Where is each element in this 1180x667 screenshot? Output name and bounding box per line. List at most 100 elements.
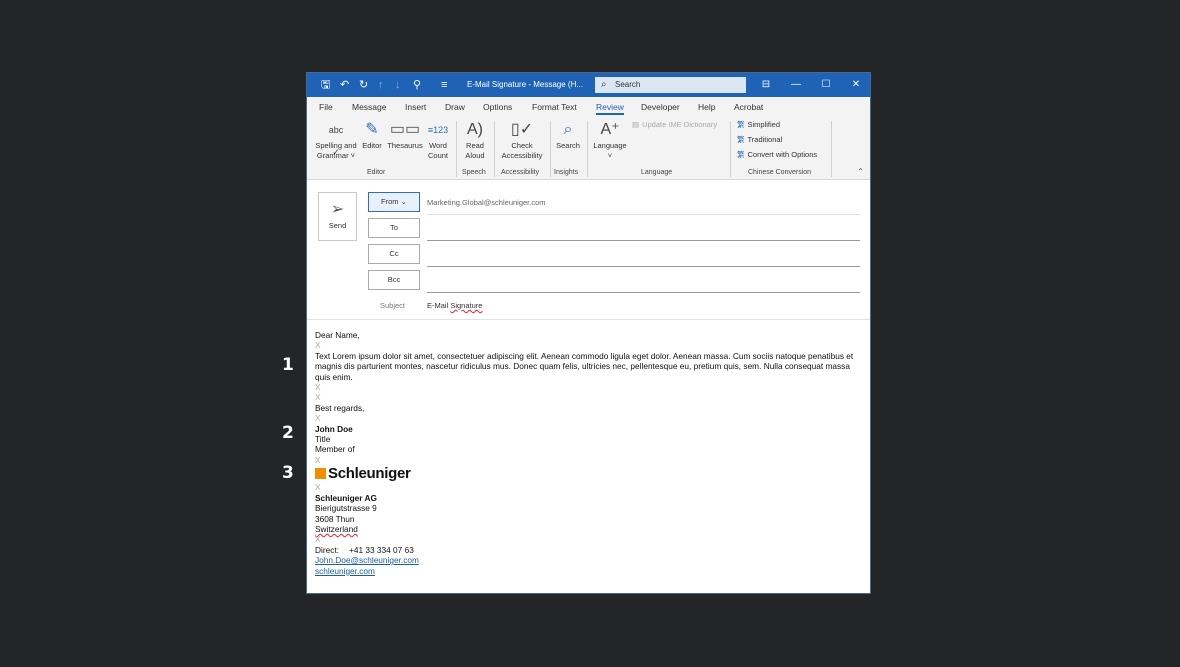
group-speech: Speech bbox=[462, 169, 486, 176]
separator bbox=[456, 121, 457, 177]
placeholder-x: X bbox=[315, 534, 321, 545]
email-link[interactable]: John.Doe@schleuniger.com bbox=[315, 555, 419, 565]
placeholder-x: X bbox=[315, 454, 321, 465]
tab-help[interactable]: Help bbox=[698, 97, 715, 117]
subject-text-misspelled: Signature bbox=[450, 301, 483, 310]
send-icon: ➢ bbox=[330, 201, 345, 218]
cc-button[interactable]: Cc bbox=[368, 244, 420, 264]
update-ime-label: Update IME Dictionary bbox=[642, 120, 718, 129]
step-marker-2: 2 bbox=[282, 423, 294, 443]
tab-developer[interactable]: Developer bbox=[641, 97, 680, 117]
website-link[interactable]: schleuniger.com bbox=[315, 566, 375, 576]
thesaurus-label: Thesaurus bbox=[387, 141, 423, 150]
bcc-field[interactable] bbox=[427, 292, 860, 293]
thesaurus-button[interactable]: ▭▭ Thesaurus bbox=[386, 119, 424, 151]
logo-square-icon bbox=[315, 468, 326, 480]
undo-icon[interactable]: ↶ bbox=[340, 77, 349, 93]
header-divider bbox=[307, 319, 870, 320]
tab-insert[interactable]: Insert bbox=[405, 97, 426, 117]
placeholder-x: X bbox=[315, 382, 321, 393]
spelling-label-1: Spelling and bbox=[315, 141, 357, 150]
tab-draw[interactable]: Draw bbox=[445, 97, 465, 117]
traditional-icon: 繁 bbox=[737, 135, 745, 144]
signature-name: John Doe bbox=[315, 423, 353, 434]
traditional-button[interactable]: 繁 Traditional bbox=[737, 134, 782, 146]
word-count-label-2: Count bbox=[427, 151, 448, 160]
traditional-label: Traditional bbox=[747, 135, 783, 144]
from-underline bbox=[427, 214, 860, 215]
placeholder-x: X bbox=[315, 482, 321, 493]
language-button[interactable]: A⁺ Language ˅ bbox=[590, 119, 630, 161]
convert-with-options-button[interactable]: 繁 Convert with Options bbox=[737, 149, 817, 161]
street-address: Bierigutstrasse 9 bbox=[315, 503, 377, 514]
search-box[interactable]: ⌕ Search bbox=[595, 77, 746, 93]
group-editor: Editor bbox=[367, 169, 386, 176]
up-arrow-icon[interactable]: ↑ bbox=[378, 77, 384, 93]
from-button[interactable]: From ⌄ bbox=[368, 192, 420, 212]
step-marker-1: 1 bbox=[282, 355, 294, 375]
tab-acrobat[interactable]: Acrobat bbox=[734, 97, 763, 117]
thesaurus-book-icon: ▭▭ bbox=[389, 121, 421, 138]
editor-pen-icon: ✎ bbox=[365, 121, 379, 138]
word-count-button[interactable]: ≡123 Word Count bbox=[424, 119, 452, 161]
subject-field[interactable]: E-Mail Signature bbox=[427, 301, 482, 310]
group-language: Language bbox=[641, 169, 673, 176]
tab-review[interactable]: Review bbox=[596, 97, 624, 117]
tab-format-text[interactable]: Format Text bbox=[532, 97, 577, 117]
redo-icon[interactable]: ↻ bbox=[359, 77, 368, 93]
ribbon-display-icon[interactable]: ⊟ bbox=[751, 73, 781, 97]
tab-message[interactable]: Message bbox=[352, 97, 387, 117]
word-count-label-1: Word bbox=[429, 141, 447, 150]
website-row: schleuniger.com bbox=[315, 566, 860, 576]
accessibility-label-2: Accessibility bbox=[501, 151, 543, 160]
customize-icon[interactable]: ≡ bbox=[441, 77, 447, 93]
check-accessibility-button[interactable]: ▯✓ Check Accessibility bbox=[497, 119, 547, 161]
language-label: Language bbox=[593, 141, 627, 150]
spelling-grammar-button[interactable]: abc ✓ Spelling and Grammar ˅ bbox=[313, 119, 359, 161]
minimize-icon[interactable]: — bbox=[781, 73, 811, 97]
placeholder-x: X bbox=[315, 340, 321, 351]
group-chinese-conversion: Chinese Conversion bbox=[748, 169, 812, 176]
ribbon-tabs: File Message Insert Draw Options Format … bbox=[307, 97, 870, 117]
chevron-down-icon: ⌄ bbox=[400, 197, 407, 206]
to-field[interactable] bbox=[427, 240, 860, 241]
message-body[interactable]: Dear Name, X Text Lorem ipsum dolor sit … bbox=[315, 330, 860, 576]
editor-label: Editor bbox=[362, 141, 382, 150]
simplified-button[interactable]: 繁 Simplified bbox=[737, 119, 780, 131]
to-button[interactable]: To bbox=[368, 218, 420, 238]
editor-button[interactable]: ✎ Editor bbox=[359, 119, 385, 151]
from-field[interactable]: Marketing.Global@schleuniger.com bbox=[427, 198, 546, 207]
tab-options[interactable]: Options bbox=[483, 97, 512, 117]
cc-field[interactable] bbox=[427, 266, 860, 267]
placeholder-x: X bbox=[315, 392, 321, 403]
language-icon: A⁺ bbox=[600, 121, 620, 138]
accessibility-check-icon: ▯✓ bbox=[510, 121, 534, 138]
collapse-ribbon-icon[interactable]: ⌃ bbox=[857, 167, 864, 176]
read-aloud-button[interactable]: A) Read Aloud bbox=[460, 119, 490, 161]
bcc-button[interactable]: Bcc bbox=[368, 270, 420, 290]
separator bbox=[494, 121, 495, 177]
accessibility-label-1: Check bbox=[511, 141, 533, 150]
save-icon[interactable]: 🖫 bbox=[321, 77, 330, 93]
direct-value: +41 33 334 07 63 bbox=[349, 544, 414, 555]
tab-file[interactable]: File bbox=[319, 97, 333, 117]
spelling-label-2: Grammar ˅ bbox=[316, 151, 356, 160]
email-row: John.Doe@schleuniger.com bbox=[315, 555, 860, 565]
down-arrow-icon[interactable]: ↓ bbox=[395, 77, 401, 93]
outlook-message-window: 🖫 ↶ ↻ ↑ ↓ ⚲ ≡ E-Mail Signature - Message… bbox=[306, 72, 871, 594]
review-ribbon: abc ✓ Spelling and Grammar ˅ ✎ Editor ▭▭ … bbox=[307, 117, 870, 180]
separator bbox=[550, 121, 551, 177]
body-paragraph: Text Lorem ipsum dolor sit amet, consect… bbox=[315, 350, 854, 382]
update-ime-dictionary-button[interactable]: ▤ Update IME Dictionary bbox=[632, 119, 717, 131]
search-icon: ⌕ bbox=[563, 121, 573, 138]
greeting: Dear Name, bbox=[315, 330, 360, 340]
read-aloud-icon: A) bbox=[467, 121, 483, 138]
country: Switzerland bbox=[315, 524, 860, 534]
close-icon[interactable]: ✕ bbox=[841, 73, 870, 97]
attach-icon[interactable]: ⚲ bbox=[413, 77, 421, 93]
send-button[interactable]: ➢ Send bbox=[318, 192, 357, 241]
maximize-icon[interactable]: ☐ bbox=[811, 73, 841, 97]
read-aloud-label-2: Aloud bbox=[465, 151, 485, 160]
search-ribbon-button[interactable]: ⌕ Search bbox=[553, 119, 583, 151]
closing: Best regards, bbox=[315, 402, 365, 413]
